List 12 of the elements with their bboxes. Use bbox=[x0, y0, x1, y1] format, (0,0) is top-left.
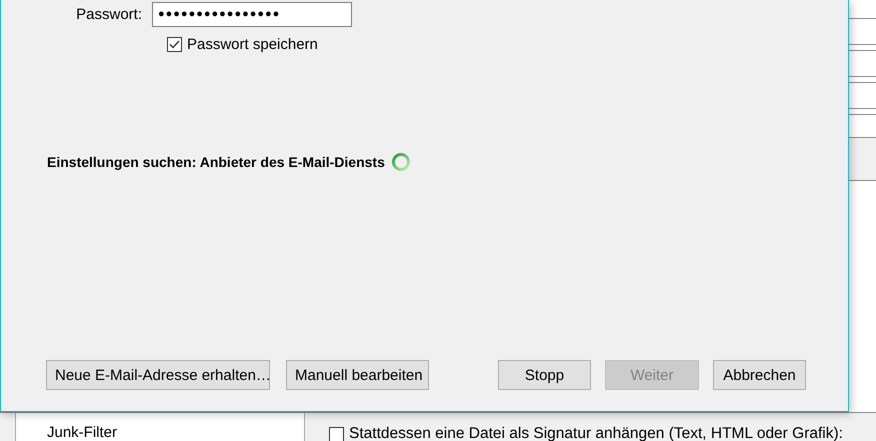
checkbox[interactable] bbox=[329, 426, 344, 441]
checkbox[interactable] bbox=[167, 37, 182, 52]
status-message: Einstellungen suchen: Anbieter des E-Mail-Diensts bbox=[47, 154, 385, 170]
password-label: Passwort: bbox=[75, 6, 143, 22]
button[interactable]: Abbrechen bbox=[713, 360, 806, 390]
sidebar-item[interactable]: Junk-Filter bbox=[47, 424, 118, 441]
button[interactable]: Manuell bearbeiten bbox=[286, 360, 429, 390]
button[interactable]: Neue E-Mail-Adresse erhalten… bbox=[46, 360, 270, 390]
button[interactable]: Stopp bbox=[498, 360, 591, 390]
checkbox-label: Stattdessen eine Datei als Signatur anhängen (Text, HTML oder Grafik): bbox=[349, 425, 843, 441]
password-field[interactable]: ●●●●●●●●●●●●●●●● bbox=[152, 2, 352, 26]
checkbox-label: Passwort speichern bbox=[187, 36, 318, 53]
